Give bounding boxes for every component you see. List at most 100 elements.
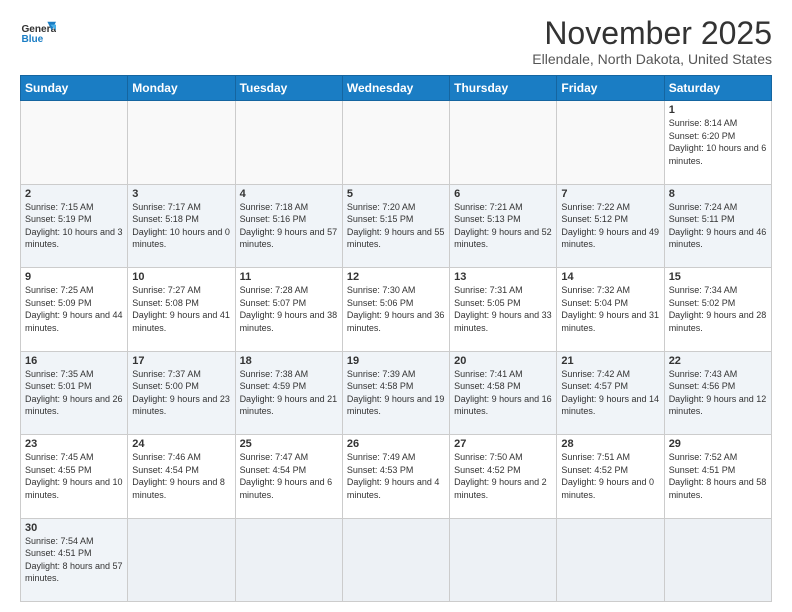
- table-row: 18Sunrise: 7:38 AM Sunset: 4:59 PM Dayli…: [235, 351, 342, 434]
- table-row: [235, 518, 342, 601]
- table-row: 10Sunrise: 7:27 AM Sunset: 5:08 PM Dayli…: [128, 268, 235, 351]
- calendar-week-row: 30Sunrise: 7:54 AM Sunset: 4:51 PM Dayli…: [21, 518, 772, 601]
- day-number: 16: [25, 355, 123, 367]
- day-info: Sunrise: 7:18 AM Sunset: 5:16 PM Dayligh…: [240, 201, 338, 251]
- day-number: 30: [25, 522, 123, 534]
- table-row: 27Sunrise: 7:50 AM Sunset: 4:52 PM Dayli…: [450, 435, 557, 518]
- day-number: 29: [669, 438, 767, 450]
- day-info: Sunrise: 7:38 AM Sunset: 4:59 PM Dayligh…: [240, 368, 338, 418]
- location-title: Ellendale, North Dakota, United States: [532, 51, 772, 67]
- col-saturday: Saturday: [664, 76, 771, 101]
- day-number: 9: [25, 271, 123, 283]
- table-row: 17Sunrise: 7:37 AM Sunset: 5:00 PM Dayli…: [128, 351, 235, 434]
- day-number: 1: [669, 104, 767, 116]
- page-header: General Blue November 2025 Ellendale, No…: [20, 16, 772, 67]
- table-row: [557, 518, 664, 601]
- col-sunday: Sunday: [21, 76, 128, 101]
- day-info: Sunrise: 7:21 AM Sunset: 5:13 PM Dayligh…: [454, 201, 552, 251]
- day-info: Sunrise: 7:45 AM Sunset: 4:55 PM Dayligh…: [25, 451, 123, 501]
- day-info: Sunrise: 7:39 AM Sunset: 4:58 PM Dayligh…: [347, 368, 445, 418]
- day-number: 8: [669, 188, 767, 200]
- table-row: 19Sunrise: 7:39 AM Sunset: 4:58 PM Dayli…: [342, 351, 449, 434]
- day-number: 13: [454, 271, 552, 283]
- day-number: 5: [347, 188, 445, 200]
- day-info: Sunrise: 7:51 AM Sunset: 4:52 PM Dayligh…: [561, 451, 659, 501]
- day-number: 25: [240, 438, 338, 450]
- table-row: 26Sunrise: 7:49 AM Sunset: 4:53 PM Dayli…: [342, 435, 449, 518]
- table-row: 15Sunrise: 7:34 AM Sunset: 5:02 PM Dayli…: [664, 268, 771, 351]
- logo: General Blue: [20, 16, 56, 52]
- day-info: Sunrise: 7:30 AM Sunset: 5:06 PM Dayligh…: [347, 284, 445, 334]
- col-thursday: Thursday: [450, 76, 557, 101]
- day-info: Sunrise: 7:25 AM Sunset: 5:09 PM Dayligh…: [25, 284, 123, 334]
- table-row: 24Sunrise: 7:46 AM Sunset: 4:54 PM Dayli…: [128, 435, 235, 518]
- col-tuesday: Tuesday: [235, 76, 342, 101]
- table-row: 14Sunrise: 7:32 AM Sunset: 5:04 PM Dayli…: [557, 268, 664, 351]
- table-row: 25Sunrise: 7:47 AM Sunset: 4:54 PM Dayli…: [235, 435, 342, 518]
- table-row: 23Sunrise: 7:45 AM Sunset: 4:55 PM Dayli…: [21, 435, 128, 518]
- day-info: Sunrise: 7:46 AM Sunset: 4:54 PM Dayligh…: [132, 451, 230, 501]
- table-row: 7Sunrise: 7:22 AM Sunset: 5:12 PM Daylig…: [557, 184, 664, 267]
- table-row: [21, 101, 128, 184]
- day-info: Sunrise: 7:47 AM Sunset: 4:54 PM Dayligh…: [240, 451, 338, 501]
- calendar-week-row: 2Sunrise: 7:15 AM Sunset: 5:19 PM Daylig…: [21, 184, 772, 267]
- day-info: Sunrise: 7:35 AM Sunset: 5:01 PM Dayligh…: [25, 368, 123, 418]
- day-info: Sunrise: 7:17 AM Sunset: 5:18 PM Dayligh…: [132, 201, 230, 251]
- calendar-week-row: 16Sunrise: 7:35 AM Sunset: 5:01 PM Dayli…: [21, 351, 772, 434]
- table-row: 6Sunrise: 7:21 AM Sunset: 5:13 PM Daylig…: [450, 184, 557, 267]
- day-info: Sunrise: 7:32 AM Sunset: 5:04 PM Dayligh…: [561, 284, 659, 334]
- day-number: 10: [132, 271, 230, 283]
- day-info: Sunrise: 7:22 AM Sunset: 5:12 PM Dayligh…: [561, 201, 659, 251]
- calendar-table: Sunday Monday Tuesday Wednesday Thursday…: [20, 75, 772, 602]
- day-number: 20: [454, 355, 552, 367]
- calendar-header-row: Sunday Monday Tuesday Wednesday Thursday…: [21, 76, 772, 101]
- day-number: 11: [240, 271, 338, 283]
- calendar-week-row: 23Sunrise: 7:45 AM Sunset: 4:55 PM Dayli…: [21, 435, 772, 518]
- table-row: 12Sunrise: 7:30 AM Sunset: 5:06 PM Dayli…: [342, 268, 449, 351]
- table-row: [235, 101, 342, 184]
- table-row: 1Sunrise: 8:14 AM Sunset: 6:20 PM Daylig…: [664, 101, 771, 184]
- day-number: 3: [132, 188, 230, 200]
- table-row: 13Sunrise: 7:31 AM Sunset: 5:05 PM Dayli…: [450, 268, 557, 351]
- day-info: Sunrise: 7:31 AM Sunset: 5:05 PM Dayligh…: [454, 284, 552, 334]
- table-row: 11Sunrise: 7:28 AM Sunset: 5:07 PM Dayli…: [235, 268, 342, 351]
- table-row: 29Sunrise: 7:52 AM Sunset: 4:51 PM Dayli…: [664, 435, 771, 518]
- logo-icon: General Blue: [20, 16, 56, 52]
- day-info: Sunrise: 7:50 AM Sunset: 4:52 PM Dayligh…: [454, 451, 552, 501]
- day-number: 28: [561, 438, 659, 450]
- day-info: Sunrise: 7:20 AM Sunset: 5:15 PM Dayligh…: [347, 201, 445, 251]
- day-info: Sunrise: 7:15 AM Sunset: 5:19 PM Dayligh…: [25, 201, 123, 251]
- day-info: Sunrise: 7:24 AM Sunset: 5:11 PM Dayligh…: [669, 201, 767, 251]
- table-row: 4Sunrise: 7:18 AM Sunset: 5:16 PM Daylig…: [235, 184, 342, 267]
- day-number: 17: [132, 355, 230, 367]
- table-row: 20Sunrise: 7:41 AM Sunset: 4:58 PM Dayli…: [450, 351, 557, 434]
- table-row: [557, 101, 664, 184]
- table-row: 5Sunrise: 7:20 AM Sunset: 5:15 PM Daylig…: [342, 184, 449, 267]
- table-row: 28Sunrise: 7:51 AM Sunset: 4:52 PM Dayli…: [557, 435, 664, 518]
- month-title: November 2025: [532, 16, 772, 51]
- table-row: 30Sunrise: 7:54 AM Sunset: 4:51 PM Dayli…: [21, 518, 128, 601]
- day-number: 7: [561, 188, 659, 200]
- day-info: Sunrise: 7:42 AM Sunset: 4:57 PM Dayligh…: [561, 368, 659, 418]
- table-row: 16Sunrise: 7:35 AM Sunset: 5:01 PM Dayli…: [21, 351, 128, 434]
- day-info: Sunrise: 7:43 AM Sunset: 4:56 PM Dayligh…: [669, 368, 767, 418]
- title-block: November 2025 Ellendale, North Dakota, U…: [532, 16, 772, 67]
- calendar-week-row: 9Sunrise: 7:25 AM Sunset: 5:09 PM Daylig…: [21, 268, 772, 351]
- day-info: Sunrise: 7:49 AM Sunset: 4:53 PM Dayligh…: [347, 451, 445, 501]
- day-number: 21: [561, 355, 659, 367]
- day-number: 15: [669, 271, 767, 283]
- day-number: 2: [25, 188, 123, 200]
- day-info: Sunrise: 7:34 AM Sunset: 5:02 PM Dayligh…: [669, 284, 767, 334]
- day-number: 27: [454, 438, 552, 450]
- day-number: 26: [347, 438, 445, 450]
- day-number: 24: [132, 438, 230, 450]
- table-row: 22Sunrise: 7:43 AM Sunset: 4:56 PM Dayli…: [664, 351, 771, 434]
- svg-text:Blue: Blue: [21, 34, 43, 45]
- day-number: 23: [25, 438, 123, 450]
- col-friday: Friday: [557, 76, 664, 101]
- day-info: Sunrise: 7:41 AM Sunset: 4:58 PM Dayligh…: [454, 368, 552, 418]
- day-info: Sunrise: 7:27 AM Sunset: 5:08 PM Dayligh…: [132, 284, 230, 334]
- day-number: 22: [669, 355, 767, 367]
- col-wednesday: Wednesday: [342, 76, 449, 101]
- table-row: [342, 101, 449, 184]
